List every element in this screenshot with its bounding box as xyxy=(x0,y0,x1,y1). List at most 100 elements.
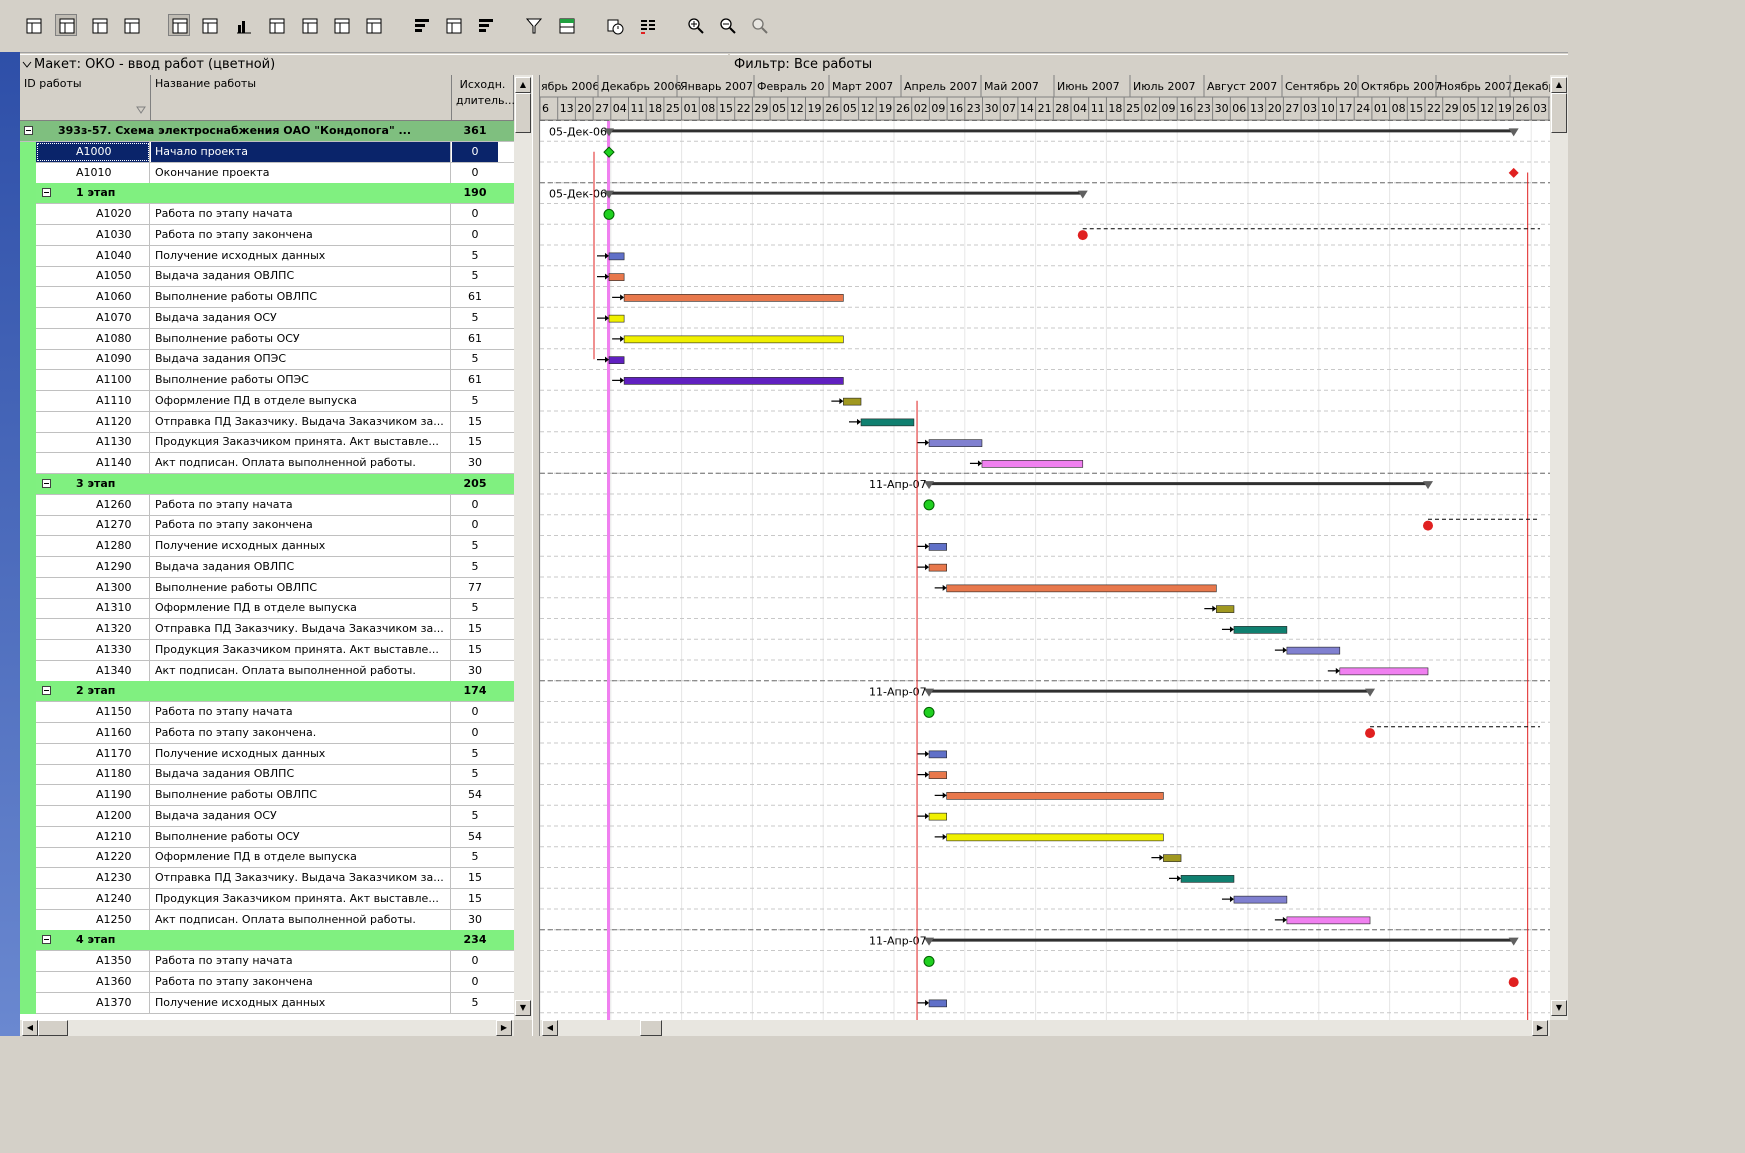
table-row[interactable]: A1320 Отправка ПД Заказчику. Выдача Заказ… xyxy=(20,619,514,640)
table-row[interactable]: A1150 Работа по этапу начата 0 xyxy=(20,702,514,723)
activity-bar[interactable] xyxy=(928,439,983,447)
activity-bar[interactable] xyxy=(1286,916,1371,925)
table-row[interactable]: A1360 Работа по этапу закончена 0 xyxy=(20,971,514,993)
table-row[interactable]: A1080 Выполнение работы ОСУ 61 xyxy=(20,328,514,350)
table-row[interactable]: A1030 Работа по этапу закончена 0 xyxy=(20,224,514,246)
table-row[interactable]: A1230 Отправка ПД Заказчику. Выдача Заказ… xyxy=(20,868,514,889)
activity-bar[interactable] xyxy=(1180,875,1235,883)
wbs-row[interactable]: 393з-57. Схема электроснабжения ОАО "Кон… xyxy=(20,121,514,142)
activity-bar[interactable] xyxy=(946,584,1217,593)
table-row[interactable]: A1190 Выполнение работы ОВЛПС 54 xyxy=(20,785,514,806)
activity-bar[interactable] xyxy=(928,750,947,759)
table-horizontal-scrollbar[interactable]: ◀ ▶ xyxy=(20,1020,514,1036)
scroll-thumb[interactable] xyxy=(515,93,531,133)
table-row[interactable]: A1020 Работа по этапу начата 0 xyxy=(20,204,514,225)
activity-bar[interactable] xyxy=(623,377,844,385)
table-vertical-scrollbar[interactable]: ▲ ▼ xyxy=(514,75,532,1020)
table-row[interactable]: A1010 Окончание проекта 0 xyxy=(20,162,514,184)
column-header-duration[interactable]: Исходн. длитель... xyxy=(452,75,514,121)
activity-details-button[interactable] xyxy=(362,14,384,36)
start-milestone[interactable] xyxy=(923,706,935,718)
table-row[interactable]: A1290 Выдача задания ОВЛПС 5 xyxy=(20,556,514,578)
summary-bar[interactable] xyxy=(929,689,1371,693)
gantt-scroll-thumb[interactable] xyxy=(1551,93,1567,133)
activity-bar[interactable] xyxy=(946,833,1164,842)
table-hscroll-thumb[interactable] xyxy=(38,1020,68,1036)
resource-profile-button[interactable] xyxy=(265,14,287,36)
scroll-down-button[interactable]: ▼ xyxy=(515,1000,531,1016)
finish-milestone[interactable] xyxy=(1365,728,1376,739)
milestone-diamond[interactable] xyxy=(1508,167,1519,178)
table-row[interactable]: A1350 Работа по этапу начата 0 xyxy=(20,951,514,972)
activity-bar[interactable] xyxy=(928,999,947,1008)
table-row[interactable]: A1140 Акт подписан. Оплата выполненной ра… xyxy=(20,453,514,474)
gantt-scroll-right-button[interactable]: ▶ xyxy=(1532,1020,1548,1036)
resource-usage-button[interactable] xyxy=(298,14,320,36)
activity-bar[interactable] xyxy=(981,460,1084,468)
table-row[interactable]: A1370 Получение исходных данных 5 xyxy=(20,992,514,1014)
activity-bar[interactable] xyxy=(928,771,947,779)
table-row[interactable]: A1200 Выдача задания ОСУ 5 xyxy=(20,805,514,827)
gantt-scroll-down-button[interactable]: ▼ xyxy=(1551,1000,1567,1016)
schedule-button[interactable] xyxy=(603,14,625,36)
layout-button[interactable] xyxy=(55,14,77,36)
wbs-row[interactable]: 2 этап 174 xyxy=(20,681,514,703)
activity-bar[interactable] xyxy=(608,356,625,364)
level-button[interactable] xyxy=(636,14,658,36)
table-row[interactable]: A1100 Выполнение работы ОПЭС 61 xyxy=(20,370,514,391)
group-sort-button[interactable] xyxy=(410,14,432,36)
table-row[interactable]: A1170 Получение исходных данных 5 xyxy=(20,743,514,765)
column-header-id[interactable]: ID работы xyxy=(20,75,151,121)
activity-bar[interactable] xyxy=(928,563,947,572)
spreadsheet-button[interactable] xyxy=(555,14,577,36)
table-row[interactable]: A1060 Выполнение работы ОВЛПС 61 xyxy=(20,287,514,308)
table-row[interactable]: A1270 Работа по этапу закончена 0 xyxy=(20,515,514,537)
scroll-up-button[interactable]: ▲ xyxy=(515,77,531,93)
table-row[interactable]: A1120 Отправка ПД Заказчику. Выдача Заказ… xyxy=(20,411,514,433)
table-row[interactable]: A1090 Выдача задания ОПЭС 5 xyxy=(20,349,514,371)
table-row[interactable]: A1260 Работа по этапу начата 0 xyxy=(20,494,514,516)
wbs-row[interactable]: 3 этап 205 xyxy=(20,473,514,495)
activity-bar[interactable] xyxy=(860,418,915,427)
activity-bar[interactable] xyxy=(928,543,947,551)
table-row[interactable]: A1240 Продукция Заказчиком принята. Акт в… xyxy=(20,888,514,910)
wbs-row[interactable]: 4 этап 234 xyxy=(20,930,514,952)
table-row[interactable]: A1310 Оформление ПД в отделе выпуска 5 xyxy=(20,598,514,620)
table-row[interactable]: A1330 Продукция Заказчиком принята. Акт в… xyxy=(20,639,514,661)
columns-setup-button[interactable] xyxy=(442,14,464,36)
activity-bar[interactable] xyxy=(1233,626,1288,634)
activity-bar[interactable] xyxy=(623,294,844,302)
gantt-horizontal-scrollbar[interactable]: ◀ ▶ xyxy=(540,1020,1550,1036)
table-row[interactable]: A1160 Работа по этапу закончена. 0 xyxy=(20,722,514,744)
sort-icon[interactable] xyxy=(136,106,146,114)
table-row[interactable]: A1340 Акт подписан. Оплата выполненной ра… xyxy=(20,660,514,682)
bars-setup-button[interactable] xyxy=(474,14,496,36)
summary-bar[interactable] xyxy=(929,482,1428,486)
summary-bar[interactable] xyxy=(609,129,1514,133)
activity-bar[interactable] xyxy=(843,397,862,406)
wbs-row[interactable]: 1 этап 190 xyxy=(20,183,514,205)
table-scroll-left-button[interactable]: ◀ xyxy=(22,1020,38,1036)
trace-logic-button[interactable] xyxy=(330,14,352,36)
columns-button[interactable] xyxy=(22,14,44,36)
table-row[interactable]: A1250 Акт подписан. Оплата выполненной ра… xyxy=(20,909,514,931)
filter-bar[interactable]: Фильтр: Все работы xyxy=(730,54,1568,76)
start-milestone[interactable] xyxy=(603,208,615,220)
histogram-button[interactable] xyxy=(232,14,254,36)
activity-bar[interactable] xyxy=(608,273,625,281)
zoom-out-button[interactable] xyxy=(716,14,738,36)
gantt-hscroll-thumb[interactable] xyxy=(640,1020,662,1036)
relationship-button[interactable] xyxy=(88,14,110,36)
finish-milestone[interactable] xyxy=(1423,520,1433,531)
activity-bar[interactable] xyxy=(1163,854,1182,862)
table-row[interactable]: A1210 Выполнение работы ОСУ 54 xyxy=(20,826,514,848)
table-row[interactable]: A1180 Выдача задания ОВЛПС 5 xyxy=(20,764,514,786)
activity-table-button[interactable] xyxy=(168,14,190,36)
milestone-diamond[interactable] xyxy=(603,146,615,158)
table-scroll-right-button[interactable]: ▶ xyxy=(496,1020,512,1036)
table-row[interactable]: A1070 Выдача задания ОСУ 5 xyxy=(20,307,514,329)
column-header-name[interactable]: Название работы xyxy=(151,75,452,121)
zoom-fit-button[interactable] xyxy=(748,14,770,36)
pane-splitter[interactable] xyxy=(532,75,540,1036)
finish-milestone[interactable] xyxy=(1077,230,1088,241)
